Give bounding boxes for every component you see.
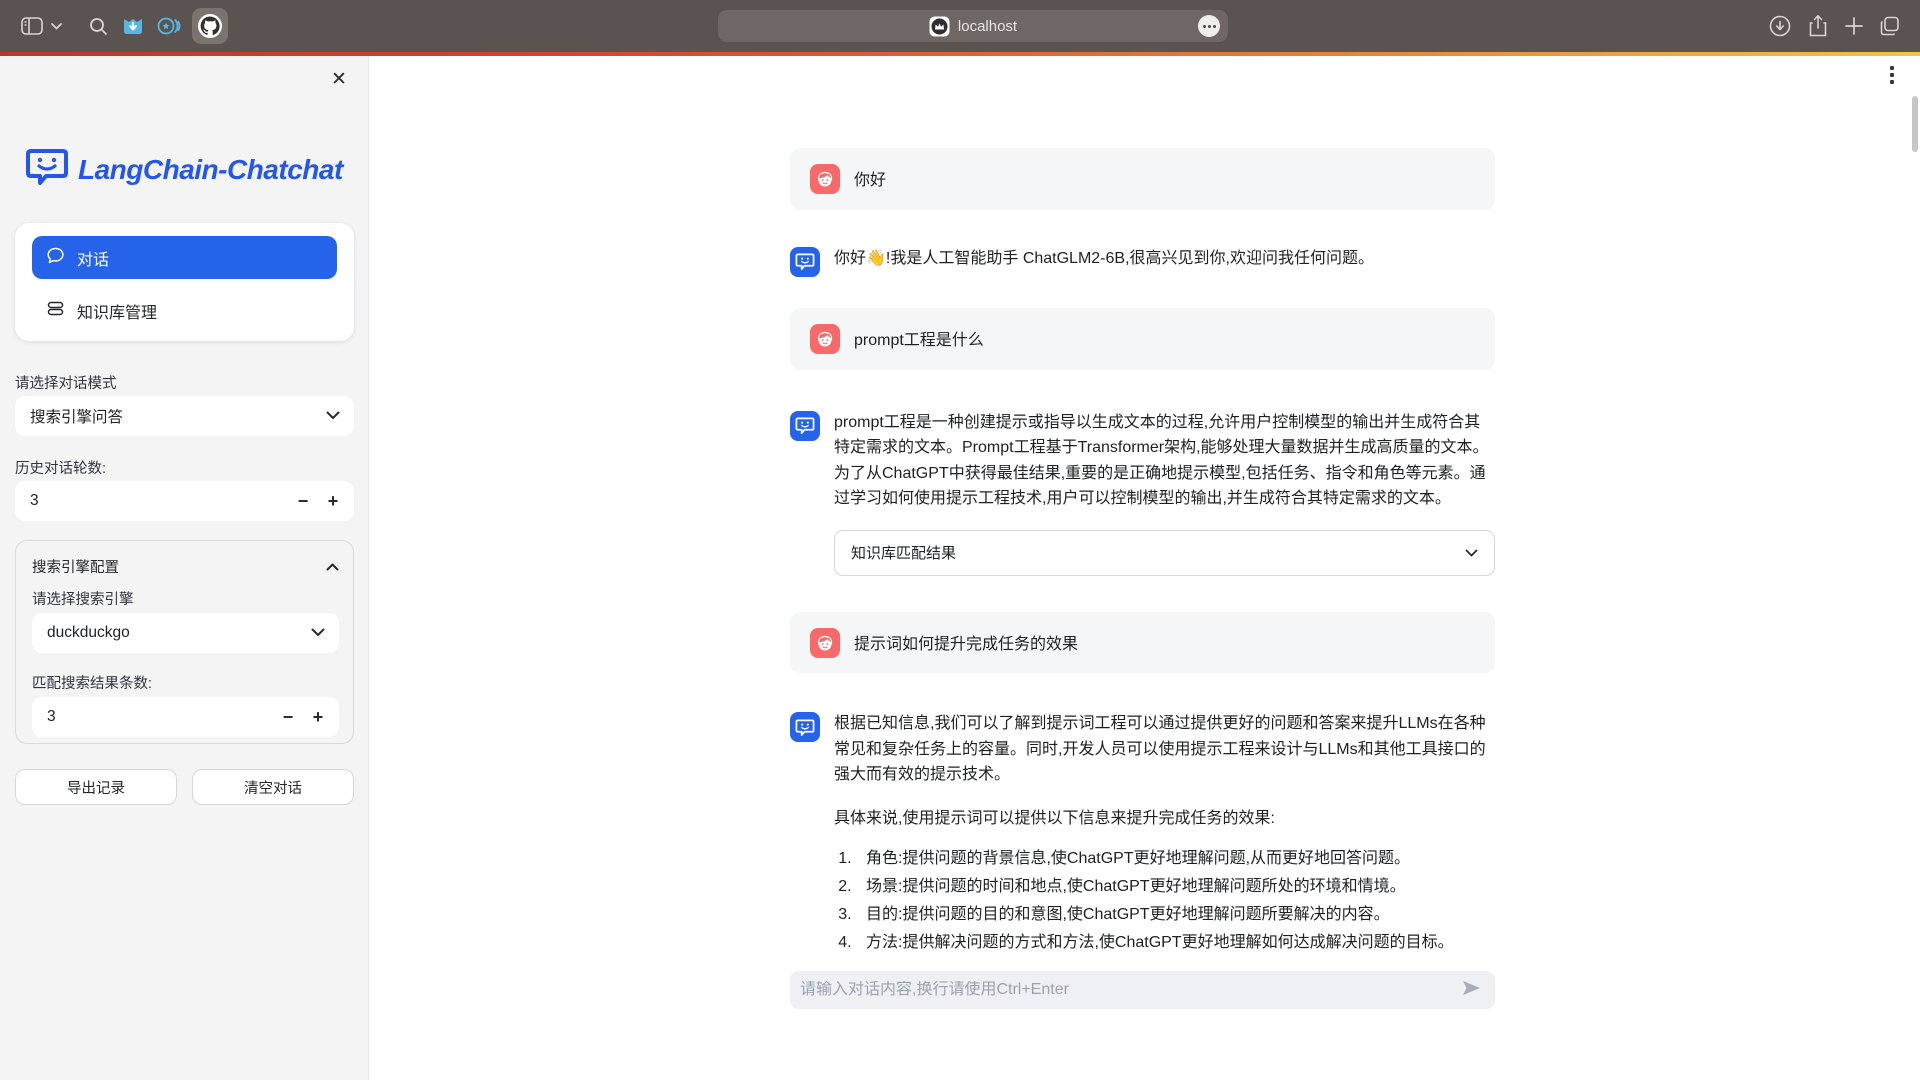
nav-item-label: 知识库管理: [77, 299, 157, 323]
minus-button[interactable]: −: [288, 486, 318, 516]
streamlit-decoration-bar: [0, 52, 1920, 56]
sidebar-toggle-icon[interactable]: [20, 14, 44, 38]
user-message: 你好: [790, 148, 1495, 210]
export-records-button[interactable]: 导出记录: [15, 769, 177, 805]
assistant-message: 根据已知信息,我们可以了解到提示词工程可以通过提供更好的问题和答案来提升LLMs…: [790, 711, 1495, 957]
send-icon[interactable]: [1462, 980, 1481, 1001]
minus-button[interactable]: −: [273, 702, 303, 732]
downloads-icon[interactable]: [1768, 14, 1792, 38]
history-rounds-label: 历史对话轮数:: [15, 457, 106, 478]
page-kebab-menu-icon[interactable]: [1882, 60, 1902, 90]
expander-title: 知识库匹配结果: [851, 542, 956, 563]
site-favicon: [929, 16, 950, 37]
history-rounds-value: 3: [30, 492, 288, 510]
expander-title: 搜索引擎配置: [32, 556, 119, 577]
search-engine-config-expander: 搜索引擎配置 请选择搜索引擎 duckduckgo 匹配搜索结果条数: 3 − …: [15, 540, 354, 744]
assistant-avatar: [790, 411, 820, 441]
ripple-extension-icon[interactable]: [157, 14, 181, 38]
tab-overview-icon[interactable]: [1878, 14, 1902, 38]
user-avatar: [810, 324, 840, 354]
assistant-avatar: [790, 712, 820, 742]
user-avatar: [810, 164, 840, 194]
sidebar: ✕ LangChain-Chatchat 对话 知识库管理 请选择对话模式 搜索…: [0, 56, 369, 1080]
browser-toolbar: localhost: [0, 0, 1920, 52]
message-text: prompt工程是一种创建提示或指导以生成文本的过程,允许用户控制模型的输出并生…: [834, 410, 1495, 512]
address-bar[interactable]: localhost: [718, 10, 1228, 42]
message-paragraph: 根据已知信息,我们可以了解到提示词工程可以通过提供更好的问题和答案来提升LLMs…: [834, 711, 1495, 788]
plus-button[interactable]: +: [318, 486, 348, 516]
chat-area: 你好 你好👋!我是人工智能助手 ChatGLM2-6B,很高兴见到你,欢迎问我任…: [790, 56, 1495, 957]
expander-header[interactable]: 搜索引擎配置: [32, 556, 339, 577]
chat-input-bar[interactable]: [790, 971, 1495, 1009]
list-item: 方法:提供解决问题的方式和方法,使ChatGPT更好地理解如何达成解决问题的目标…: [856, 929, 1495, 957]
history-rounds-input[interactable]: 3 − +: [15, 481, 354, 521]
list-item: 场景:提供问题的时间和地点,使ChatGPT更好地理解问题所处的环境和情境。: [856, 873, 1495, 901]
user-message: 提示词如何提升完成任务的效果: [790, 612, 1495, 674]
chat-input[interactable]: [800, 981, 1462, 999]
message-text: 你好👋!我是人工智能助手 ChatGLM2-6B,很高兴见到你,欢迎问我任何问题…: [834, 246, 1495, 272]
message-text: 你好: [854, 164, 1475, 194]
dialog-mode-value: 搜索引擎问答: [30, 405, 123, 427]
dialog-mode-label: 请选择对话模式: [15, 372, 117, 393]
message-text: 根据已知信息,我们可以了解到提示词工程可以通过提供更好的问题和答案来提升LLMs…: [834, 711, 1495, 831]
app-logo-text: LangChain-Chatchat: [78, 154, 343, 186]
user-message: prompt工程是什么: [790, 308, 1495, 370]
user-avatar: [810, 628, 840, 658]
engine-select[interactable]: duckduckgo: [32, 613, 339, 653]
nav-item-knowledge-base[interactable]: 知识库管理: [32, 293, 337, 329]
list-item: 角色:提供问题的背景信息,使ChatGPT更好地理解问题,从而更好地回答问题。: [856, 845, 1495, 873]
kb-match-results-expander[interactable]: 知识库匹配结果: [834, 530, 1495, 576]
plus-button[interactable]: +: [303, 702, 333, 732]
message-paragraph: 具体来说,使用提示词可以提供以下信息来提升完成任务的效果:: [834, 806, 1495, 832]
chat-bubble-icon: [47, 247, 64, 269]
message-text: 提示词如何提升完成任务的效果: [854, 628, 1475, 658]
nav-item-dialogue[interactable]: 对话: [32, 236, 337, 279]
list-item: 目的:提供问题的目的和意图,使ChatGPT更好地理解问题所要解决的内容。: [856, 901, 1495, 929]
chevron-down-icon: [326, 407, 340, 425]
chevron-down-icon: [311, 624, 325, 642]
dialog-mode-select[interactable]: 搜索引擎问答: [15, 396, 354, 436]
extensions-more-icon[interactable]: [1198, 15, 1220, 37]
close-sidebar-icon[interactable]: ✕: [328, 68, 350, 90]
github-extension-icon[interactable]: [192, 8, 228, 44]
chevron-down-icon: [1465, 544, 1478, 561]
url-text: localhost: [958, 18, 1017, 35]
assistant-message: 你好👋!我是人工智能助手 ChatGLM2-6B,很高兴见到你,欢迎问我任何问题…: [790, 246, 1495, 272]
share-icon[interactable]: [1806, 14, 1830, 38]
chevron-down-icon[interactable]: [48, 14, 64, 38]
chat-bubble-logo-icon: [26, 148, 68, 191]
results-count-label: 匹配搜索结果条数:: [32, 672, 152, 693]
scrollbar-thumb[interactable]: [1912, 96, 1918, 152]
assistant-avatar: [790, 247, 820, 277]
search-icon[interactable]: [86, 14, 110, 38]
new-tab-icon[interactable]: [1842, 14, 1866, 38]
engine-value: duckduckgo: [47, 624, 130, 642]
results-count-value: 3: [47, 708, 273, 726]
clear-dialogue-button[interactable]: 清空对话: [192, 769, 354, 805]
app-logo: LangChain-Chatchat: [26, 148, 343, 191]
assistant-message: prompt工程是一种创建提示或指导以生成文本的过程,允许用户控制模型的输出并生…: [790, 410, 1495, 576]
nav-item-label: 对话: [77, 246, 109, 270]
message-text: prompt工程是什么: [854, 324, 1475, 354]
message-list: 角色:提供问题的背景信息,使ChatGPT更好地理解问题,从而更好地回答问题。 …: [856, 845, 1495, 957]
downloader-extension-icon[interactable]: [121, 14, 145, 38]
results-count-input[interactable]: 3 − +: [32, 697, 339, 737]
database-stack-icon: [47, 300, 64, 322]
chevron-up-icon: [326, 559, 339, 575]
engine-select-label: 请选择搜索引擎: [32, 588, 134, 609]
nav-menu: 对话 知识库管理: [15, 223, 354, 341]
